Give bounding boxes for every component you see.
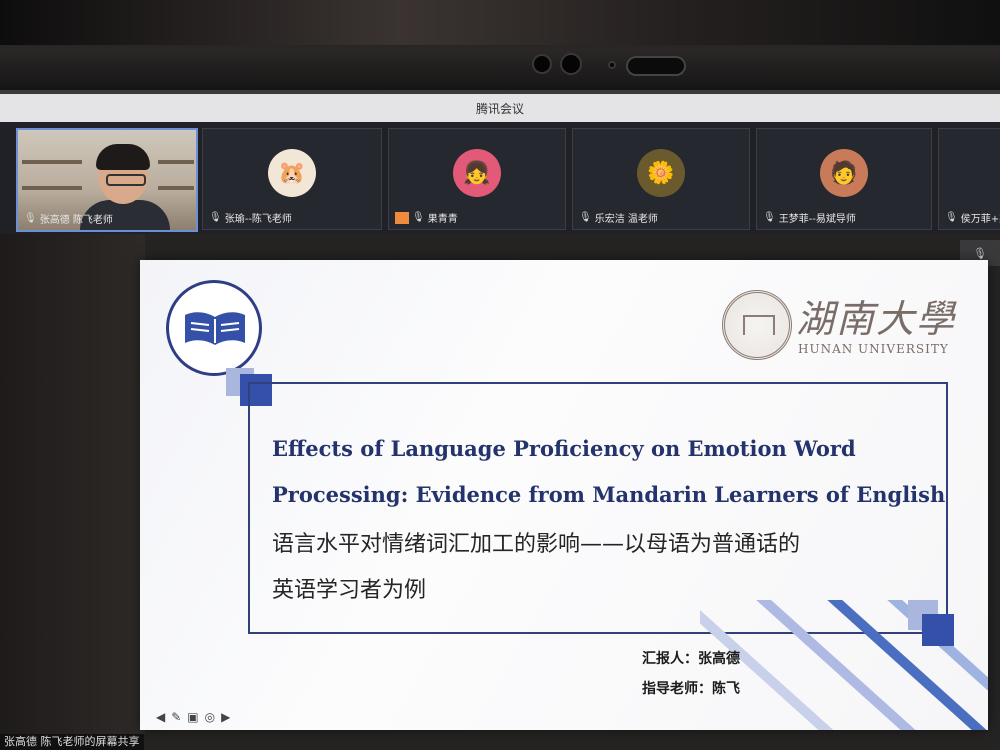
microphone-icon: 🎙 [412,212,425,223]
slide-title-english-line2: Processing: Evidence from Mandarin Learn… [272,482,946,507]
bezel-reflection [0,0,1000,45]
webcam-lens [534,56,550,72]
microphone-icon: 🎙 [24,213,37,224]
participant-name: 🎙 乐宏洁 温老师 [579,212,658,225]
cartoon-photo-icon: 🧑 [820,149,868,197]
left-shadow [0,234,145,734]
participant-name: 🎙 侯万菲+梁 [945,212,1000,225]
slides-icon[interactable]: ▣ [187,710,198,724]
screen-share-label: 张高德 陈飞老师的屏幕共享 [0,734,144,750]
participant-tile[interactable]: 🌼 🎙 乐宏洁 温老师 [572,128,750,230]
participant-name: 🎙 张瑜--陈飞老师 [209,212,292,225]
microphone-icon: 🎙 [209,212,222,223]
girl-photo-icon: 👧 [453,149,501,197]
slide-title-chinese-line1: 语言水平对情绪词汇加工的影响——以母语为普通话的 [272,532,801,557]
university-name-english: HUNAN UNIVERSITY [798,342,949,356]
presentation-slide: Effects of Language Proficiency on Emoti… [140,260,988,730]
slide-title-english-line1: Effects of Language Proficiency on Emoti… [272,436,856,461]
slideshow-toolbar: ◀ ✎ ▣ ◎ ▶ [156,710,230,724]
next-arrow-icon[interactable]: ▶ [221,710,230,724]
window-titlebar: 腾讯会议 [0,94,1000,122]
microphone-icon: 🎙 [579,212,592,223]
participant-name: 🎙 果青青 [395,210,458,225]
participant-strip: 🎙 张高德 陈飞老师 🐹 🎙 张瑜--陈飞老师 👧 🎙 果青青 🌼 🎙 乐宏洁 … [0,122,1000,234]
webcam-privacy-slider [628,58,684,74]
microphone-icon: 🎙 [763,212,776,223]
webcam-dot [610,63,614,67]
user-placeholder-icon [395,211,409,224]
participant-name: 🎙 张高德 陈飞老师 [24,213,113,226]
participant-tile[interactable]: 🎙 张高德 陈飞老师 [16,128,198,232]
reporter-label: 汇报人：张高德 [642,651,740,667]
participant-tile[interactable]: 🐹 🎙 张瑜--陈飞老师 [202,128,382,230]
laptop-bezel [0,0,1000,92]
zoom-icon[interactable]: ◎ [205,710,215,724]
pen-icon[interactable]: ✎ [171,710,181,724]
microphone-icon: 🎙 [945,212,958,223]
book-logo-icon [166,280,262,376]
window-title: 腾讯会议 [475,101,524,116]
participant-tile[interactable]: 🧑 🎙 王梦菲--易斌导师 [756,128,932,230]
decor-square [922,614,954,646]
university-name-chinese: 湖南大學 [796,297,957,341]
advisor-label: 指导老师：陈飞 [642,681,740,697]
hamster-icon: 🐹 [268,149,316,197]
flower-photo-icon: 🌼 [637,149,685,197]
previous-arrow-icon[interactable]: ◀ [156,710,165,724]
participant-tile[interactable]: 👧 🎙 果青青 [388,128,566,230]
participant-name: 🎙 王梦菲--易斌导师 [763,212,856,225]
participant-tile[interactable]: 🎙 侯万菲+梁 [938,128,1000,230]
webcam-sensor [562,55,580,73]
university-seal-icon [722,290,792,360]
